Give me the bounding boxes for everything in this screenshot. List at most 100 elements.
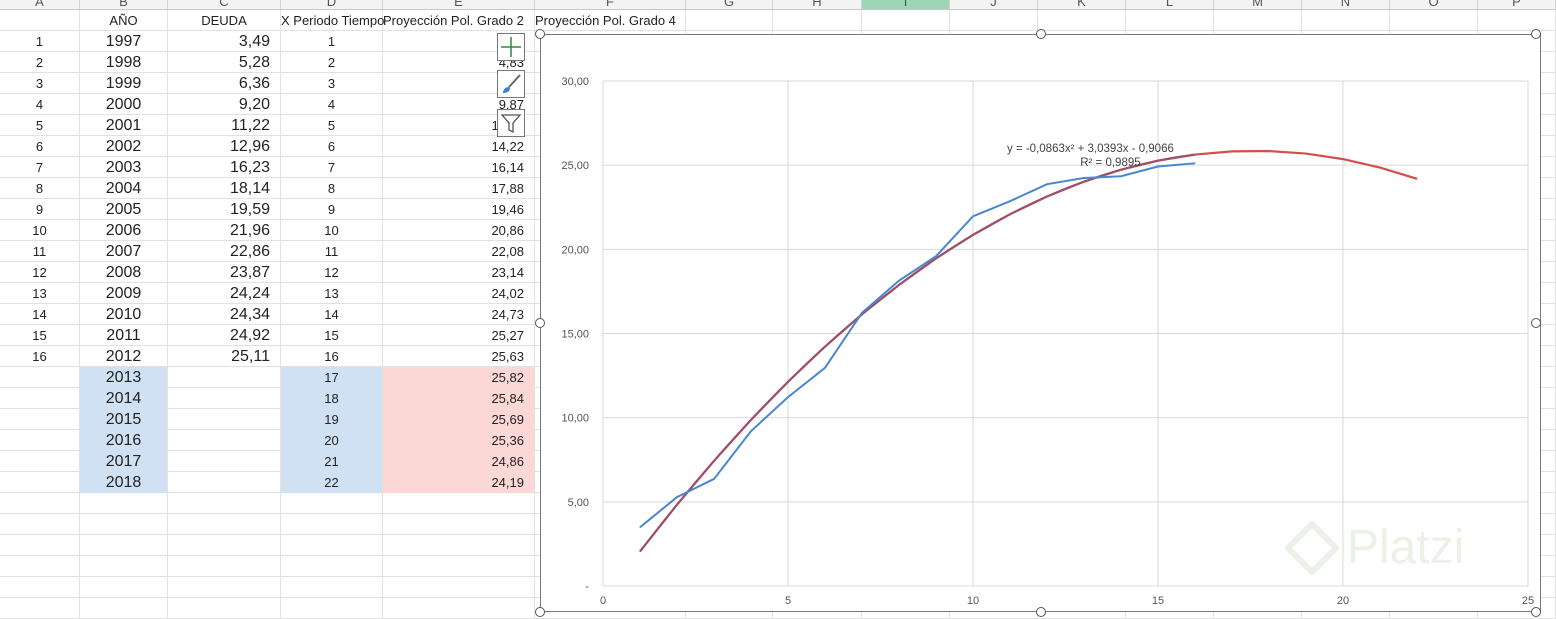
- cell[interactable]: [281, 535, 383, 556]
- cell[interactable]: [1302, 10, 1390, 31]
- column-header-l[interactable]: L: [1126, 0, 1214, 9]
- year-cell[interactable]: 2001: [80, 115, 168, 136]
- debt-cell[interactable]: 18,14: [168, 178, 281, 199]
- projection-cell[interactable]: 23,14: [383, 262, 535, 283]
- row-number[interactable]: [0, 367, 80, 388]
- row-number[interactable]: 8: [0, 178, 80, 199]
- debt-cell[interactable]: 22,86: [168, 241, 281, 262]
- period-cell[interactable]: 4: [281, 94, 383, 115]
- column-header-d[interactable]: D: [281, 0, 383, 9]
- debt-cell[interactable]: 3,49: [168, 31, 281, 52]
- period-cell[interactable]: 8: [281, 178, 383, 199]
- row-number[interactable]: 12: [0, 262, 80, 283]
- year-cell[interactable]: 2002: [80, 136, 168, 157]
- projection-cell[interactable]: 25,84: [383, 388, 535, 409]
- cell[interactable]: [383, 577, 535, 598]
- period-cell[interactable]: 15: [281, 325, 383, 346]
- projection-cell[interactable]: 22,08: [383, 241, 535, 262]
- year-cell[interactable]: 2013: [80, 367, 168, 388]
- period-cell[interactable]: 21: [281, 451, 383, 472]
- cell[interactable]: [1126, 10, 1214, 31]
- year-cell[interactable]: 2004: [80, 178, 168, 199]
- period-cell[interactable]: 19: [281, 409, 383, 430]
- year-cell[interactable]: 1998: [80, 52, 168, 73]
- cell[interactable]: [168, 556, 281, 577]
- year-cell[interactable]: 2007: [80, 241, 168, 262]
- projection-cell[interactable]: 25,36: [383, 430, 535, 451]
- cell[interactable]: [80, 514, 168, 535]
- header-year[interactable]: AÑO: [80, 10, 168, 31]
- projection-cell[interactable]: 24,02: [383, 283, 535, 304]
- year-cell[interactable]: 1997: [80, 31, 168, 52]
- cell[interactable]: [281, 577, 383, 598]
- row-number[interactable]: 3: [0, 73, 80, 94]
- debt-cell[interactable]: 9,20: [168, 94, 281, 115]
- row-number[interactable]: 2: [0, 52, 80, 73]
- projection-cell[interactable]: 17,88: [383, 178, 535, 199]
- debt-cell[interactable]: [168, 472, 281, 493]
- row-number[interactable]: [0, 430, 80, 451]
- year-cell[interactable]: 2010: [80, 304, 168, 325]
- row-number[interactable]: 14: [0, 304, 80, 325]
- debt-cell[interactable]: 24,24: [168, 283, 281, 304]
- period-cell[interactable]: 20: [281, 430, 383, 451]
- year-cell[interactable]: 2006: [80, 220, 168, 241]
- cell[interactable]: [0, 493, 80, 514]
- projection-cell[interactable]: 20,86: [383, 220, 535, 241]
- cell[interactable]: [168, 514, 281, 535]
- column-header-b[interactable]: B: [80, 0, 168, 9]
- cell[interactable]: [383, 556, 535, 577]
- column-header-h[interactable]: H: [773, 0, 862, 9]
- projection-cell[interactable]: 24,86: [383, 451, 535, 472]
- debt-cell[interactable]: [168, 451, 281, 472]
- column-header-f[interactable]: F: [535, 0, 686, 9]
- year-cell[interactable]: 2017: [80, 451, 168, 472]
- cell[interactable]: [281, 493, 383, 514]
- resize-handle[interactable]: [1531, 318, 1541, 328]
- debt-cell[interactable]: 16,23: [168, 157, 281, 178]
- cell[interactable]: [0, 535, 80, 556]
- period-cell[interactable]: 16: [281, 346, 383, 367]
- resize-handle[interactable]: [535, 607, 545, 617]
- cell[interactable]: [80, 556, 168, 577]
- period-cell[interactable]: 7: [281, 157, 383, 178]
- debt-cell[interactable]: 23,87: [168, 262, 281, 283]
- row-number[interactable]: 5: [0, 115, 80, 136]
- column-header-i[interactable]: I: [862, 0, 950, 9]
- cell[interactable]: [0, 598, 80, 619]
- header-proj2[interactable]: Proyección Pol. Grado 2: [383, 10, 535, 31]
- cell[interactable]: [686, 10, 773, 31]
- row-number[interactable]: 6: [0, 136, 80, 157]
- cell[interactable]: [168, 493, 281, 514]
- debt-cell[interactable]: 24,34: [168, 304, 281, 325]
- row-number[interactable]: [0, 409, 80, 430]
- column-header-p[interactable]: P: [1478, 0, 1556, 9]
- debt-cell[interactable]: 5,28: [168, 52, 281, 73]
- column-header-g[interactable]: G: [686, 0, 773, 9]
- year-cell[interactable]: 2003: [80, 157, 168, 178]
- row-number[interactable]: 11: [0, 241, 80, 262]
- column-header-o[interactable]: O: [1390, 0, 1478, 9]
- debt-cell[interactable]: [168, 367, 281, 388]
- year-cell[interactable]: 2016: [80, 430, 168, 451]
- projection-cell[interactable]: 25,69: [383, 409, 535, 430]
- projection-cell[interactable]: 19,46: [383, 199, 535, 220]
- resize-handle[interactable]: [1531, 29, 1541, 39]
- period-cell[interactable]: 14: [281, 304, 383, 325]
- cell[interactable]: [0, 10, 80, 31]
- period-cell[interactable]: 10: [281, 220, 383, 241]
- cell[interactable]: [80, 535, 168, 556]
- period-cell[interactable]: 6: [281, 136, 383, 157]
- resize-handle[interactable]: [535, 29, 545, 39]
- period-cell[interactable]: 12: [281, 262, 383, 283]
- cell[interactable]: [80, 577, 168, 598]
- debt-cell[interactable]: 12,96: [168, 136, 281, 157]
- debt-cell[interactable]: 6,36: [168, 73, 281, 94]
- row-number[interactable]: 9: [0, 199, 80, 220]
- cell[interactable]: [950, 10, 1038, 31]
- projection-cell[interactable]: 25,27: [383, 325, 535, 346]
- resize-handle[interactable]: [1036, 29, 1046, 39]
- year-cell[interactable]: 2005: [80, 199, 168, 220]
- period-cell[interactable]: 13: [281, 283, 383, 304]
- debt-cell[interactable]: [168, 409, 281, 430]
